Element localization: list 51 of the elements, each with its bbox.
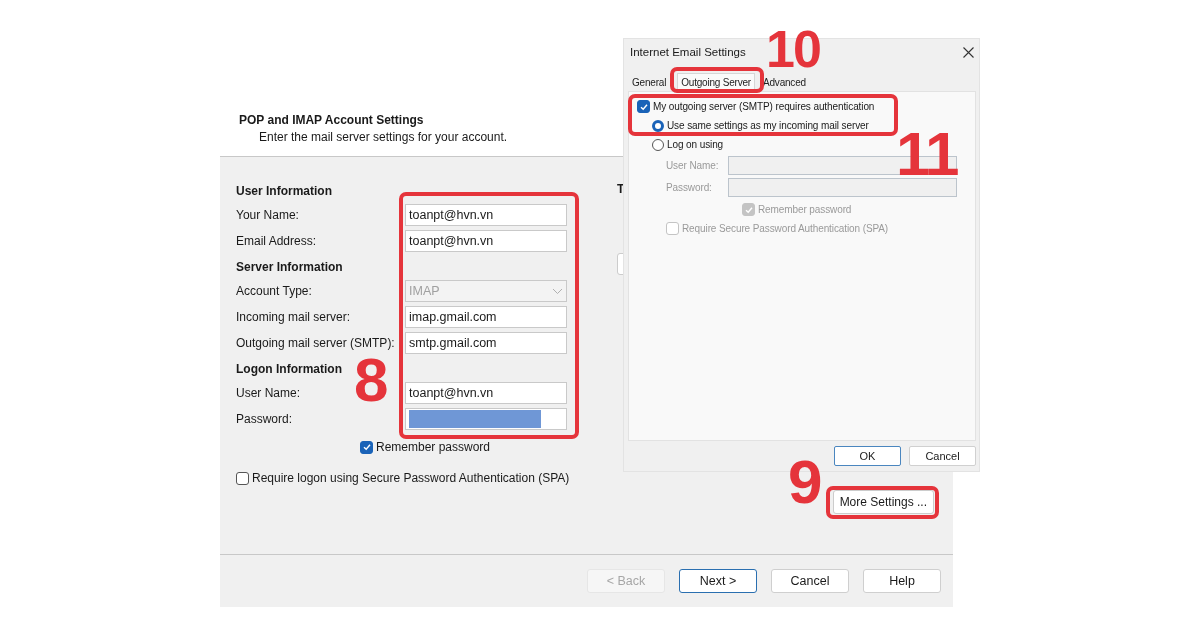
checkbox-label: Remember password xyxy=(376,440,491,454)
radio-button[interactable] xyxy=(652,138,664,151)
footer-button[interactable]: Help xyxy=(863,569,941,593)
field-label: Incoming mail server: xyxy=(236,310,352,324)
step-number: 8 xyxy=(354,352,387,408)
text-field[interactable]: toanpt@hvn.vn xyxy=(405,382,567,404)
field-label: Outgoing mail server (SMTP): xyxy=(236,336,396,350)
checkbox-label: Require Secure Password Authentication (SPA) xyxy=(682,223,889,234)
check-icon xyxy=(743,204,754,215)
cut-off-text: T xyxy=(617,181,625,197)
dialog-button[interactable]: OK xyxy=(834,446,901,466)
close-icon[interactable] xyxy=(963,46,974,58)
check-icon xyxy=(361,442,372,452)
footer-button[interactable]: Cancel xyxy=(771,569,849,593)
field-label: User Name: xyxy=(666,159,720,171)
checkbox[interactable] xyxy=(637,100,650,113)
radio-button[interactable] xyxy=(652,119,664,132)
tab[interactable]: General xyxy=(630,73,669,91)
section-heading: Logon Information xyxy=(236,361,342,378)
footer-button[interactable]: Next > xyxy=(679,569,757,593)
step-number: 9 xyxy=(788,454,821,510)
field-label: Password: xyxy=(666,181,713,193)
dialog-title: Internet Email Settings xyxy=(630,46,746,58)
more-settings-button[interactable]: More Settings ... xyxy=(832,490,934,514)
text-field[interactable]: toanpt@hvn.vn xyxy=(405,204,567,226)
section-heading: User Information xyxy=(236,183,332,200)
field-label: Your Name: xyxy=(236,208,300,222)
field-label: Password: xyxy=(236,412,294,426)
checkbox-label: Remember password xyxy=(758,204,852,215)
check-icon xyxy=(638,101,649,112)
radio-label: Log on using xyxy=(667,139,724,150)
field-label: Account Type: xyxy=(236,284,313,298)
text-field[interactable]: imap.gmail.com xyxy=(405,306,567,328)
checkbox-label: My outgoing server (SMTP) requires authentication xyxy=(653,101,875,112)
password-field[interactable] xyxy=(405,408,567,430)
checkbox[interactable] xyxy=(360,440,373,454)
radio-label: Use same settings as my incoming mail server xyxy=(667,120,869,131)
text-field[interactable]: smtp.gmail.com xyxy=(405,332,567,354)
checkbox-label: Require logon using Secure Password Authentication (SPA) xyxy=(252,471,570,485)
step-number: 10 xyxy=(766,26,820,73)
dialog-title: POP and IMAP Account Settings xyxy=(239,113,424,127)
field-label: Email Address: xyxy=(236,234,318,248)
step-number: 11 xyxy=(896,126,958,182)
tab[interactable]: Advanced xyxy=(761,73,808,91)
field-label: User Name: xyxy=(236,386,301,400)
checkbox[interactable] xyxy=(236,471,249,485)
chevron-down-icon xyxy=(552,287,563,295)
dialog-button[interactable]: Cancel xyxy=(909,446,976,466)
text-field[interactable]: toanpt@hvn.vn xyxy=(405,230,567,252)
section-heading: Server Information xyxy=(236,259,343,276)
dialog-subtitle: Enter the mail server settings for your account. xyxy=(259,130,508,144)
